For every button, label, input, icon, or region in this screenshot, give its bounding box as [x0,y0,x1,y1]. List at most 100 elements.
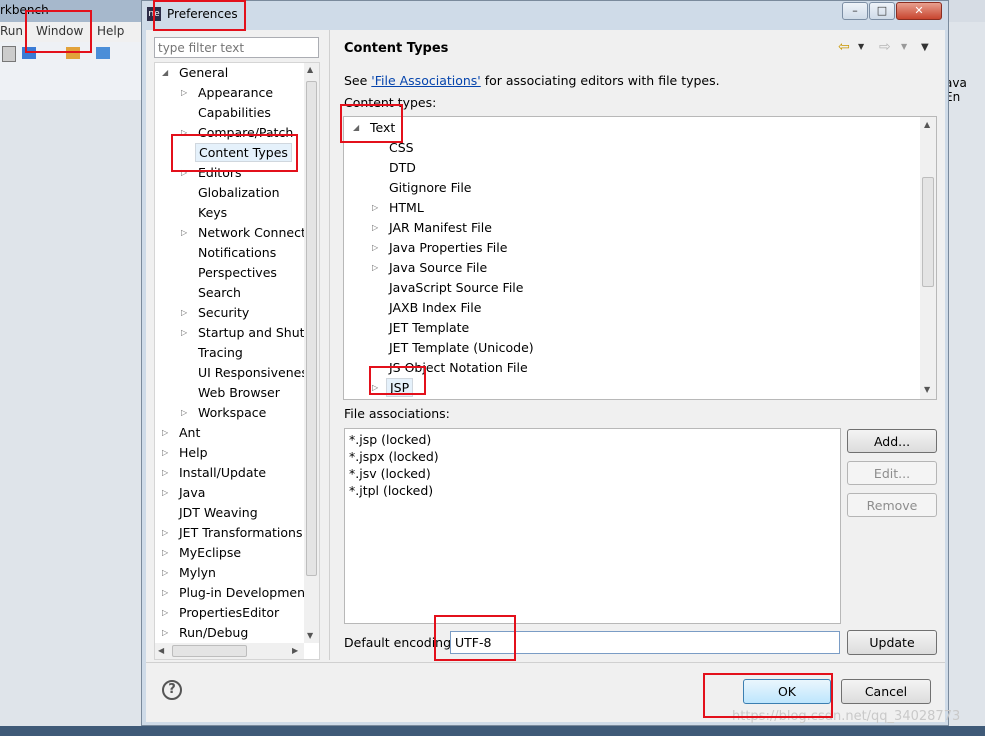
content-type-item-row[interactable]: JavaScript Source File [386,278,526,298]
preferences-tree-item-row[interactable]: UI Responsiveness [195,363,317,383]
content-type-item-label: JET Template [389,320,470,335]
forward-menu-icon[interactable]: ▼ [901,42,907,51]
preferences-tree-item-row[interactable]: Keys [195,203,230,223]
toolbar-search-icon[interactable] [96,47,110,59]
collapsed-arrow-icon[interactable]: ▷ [181,303,187,323]
collapsed-arrow-icon[interactable]: ▷ [181,83,187,103]
sash-divider[interactable] [329,30,330,660]
preferences-tree-item-row[interactable]: Perspectives [195,263,280,283]
see-prefix: See [344,73,372,88]
preferences-tree-item-row[interactable]: ▷ Help [162,443,211,463]
edit-button[interactable]: Edit... [847,461,937,485]
content-type-item-row[interactable]: JET Template [386,318,472,338]
preferences-tree-item-row[interactable]: ▷ Install/Update [162,463,269,483]
content-types-scroll-thumb[interactable] [922,177,934,287]
preferences-tree-item-row[interactable]: Web Browser [195,383,283,403]
preferences-tree-item-label: Help [179,445,208,460]
collapsed-arrow-icon[interactable]: ▷ [162,563,168,583]
preferences-tree-item-row[interactable]: ▷ MyEclipse [162,543,244,563]
preferences-tree-item-row[interactable]: ▷ Ant [162,423,203,443]
collapsed-arrow-icon[interactable]: ▷ [181,403,187,423]
preferences-tree-item-row[interactable]: Notifications [195,243,279,263]
content-type-item-row[interactable]: JAXB Index File [386,298,484,318]
see-suffix: for associating editors with file types. [480,73,720,88]
scroll-left-icon[interactable]: ◀ [158,646,164,655]
content-type-item-row[interactable]: ▷ JAR Manifest File [372,218,495,238]
add-button[interactable]: Add... [847,429,937,453]
preferences-tree-item-row[interactable]: ▷ JET Transformations [162,523,306,543]
update-button[interactable]: Update [847,630,937,655]
preferences-tree-item-row[interactable]: Tracing [195,343,246,363]
content-type-item-row[interactable]: ▷ Java Properties File [372,238,510,258]
preferences-tree-item-row[interactable]: Search [195,283,244,303]
file-association-item[interactable]: *.jsv (locked) [349,465,836,482]
toolbar-toggle-icon[interactable] [2,46,16,62]
collapsed-arrow-icon[interactable]: ▷ [162,443,168,463]
cancel-button[interactable]: Cancel [841,679,931,704]
file-associations-link[interactable]: 'File Associations' [371,73,480,88]
collapsed-arrow-icon[interactable]: ▷ [181,223,187,243]
scroll-right-icon[interactable]: ▶ [292,646,298,655]
minimize-button[interactable]: – [842,2,868,20]
scroll-down-icon[interactable]: ▼ [307,631,313,640]
collapsed-arrow-icon[interactable]: ▷ [162,483,168,503]
preferences-tree-item-row[interactable]: ▷ Appearance [181,83,276,103]
preferences-tree-item-row[interactable]: ▷ Workspace [181,403,269,423]
file-association-item[interactable]: *.jtpl (locked) [349,482,836,499]
collapsed-arrow-icon[interactable]: ▷ [162,623,168,643]
file-association-item[interactable]: *.jspx (locked) [349,448,836,465]
menu-run[interactable]: Run [0,24,23,38]
collapsed-arrow-icon[interactable]: ▷ [162,523,168,543]
tree-vscrollbar[interactable]: ▲ ▼ [304,63,319,643]
expanded-arrow-icon[interactable]: ◢ [162,63,168,83]
footer-separator [146,662,945,663]
preferences-tree-item-row[interactable]: JDT Weaving [176,503,261,523]
scroll-down-icon[interactable]: ▼ [924,385,930,394]
perspective-label[interactable]: ava En [945,76,985,104]
back-menu-icon[interactable]: ▼ [858,42,864,51]
preferences-tree-item-row[interactable]: ▷ Run/Debug [162,623,251,643]
maximize-button[interactable]: □ [869,2,895,20]
preferences-tree-item-row[interactable]: ▷ Startup and Shutd [181,323,315,343]
content-type-item-row[interactable]: ▷ HTML [372,198,427,218]
content-type-item-row[interactable]: ▷ Java Source File [372,258,490,278]
preferences-tree-item-row[interactable]: Capabilities [195,103,274,123]
preferences-tree-item-row[interactable]: ▷ Mylyn [162,563,219,583]
preferences-tree-item-row[interactable]: ▷ Security [181,303,252,323]
collapsed-arrow-icon[interactable]: ▷ [162,423,168,443]
collapsed-arrow-icon[interactable]: ▷ [372,258,378,278]
tree-hscroll-thumb[interactable] [172,645,247,657]
remove-button[interactable]: Remove [847,493,937,517]
collapsed-arrow-icon[interactable]: ▷ [162,583,168,603]
preferences-tree-item-label: General [179,65,229,80]
tree-vscroll-thumb[interactable] [306,81,317,576]
preferences-tree-item-row[interactable]: ▷ Java [162,483,208,503]
view-menu-icon[interactable]: ▼ [921,42,929,53]
content-type-item-row[interactable]: JET Template (Unicode) [386,338,537,358]
content-type-item-row[interactable]: Gitignore File [386,178,474,198]
file-association-item[interactable]: *.jsp (locked) [349,431,836,448]
preferences-tree-item-row[interactable]: ▷ PropertiesEditor [162,603,282,623]
content-type-item-row[interactable]: DTD [386,158,419,178]
collapsed-arrow-icon[interactable]: ▷ [372,218,378,238]
menu-help[interactable]: Help [97,24,124,38]
back-arrow-icon[interactable]: ⇦ [838,39,850,55]
collapsed-arrow-icon[interactable]: ▷ [372,198,378,218]
close-button[interactable]: ✕ [896,2,942,20]
scroll-up-icon[interactable]: ▲ [307,65,313,74]
preferences-tree-item-row[interactable]: ▷ Network Connectio [181,223,319,243]
collapsed-arrow-icon[interactable]: ▷ [162,463,168,483]
filter-input[interactable] [154,37,319,58]
tree-hscrollbar[interactable]: ◀ ▶ [155,643,304,659]
forward-arrow-icon[interactable]: ⇨ [879,39,891,55]
collapsed-arrow-icon[interactable]: ▷ [162,543,168,563]
preferences-tree-item-row[interactable]: Globalization [195,183,283,203]
help-icon[interactable]: ? [162,680,182,700]
preferences-tree-item-row[interactable]: ◢ General [162,63,231,83]
content-types-vscrollbar[interactable]: ▲ ▼ [920,117,936,399]
preferences-tree-item-row[interactable]: ▷ Plug-in Development [162,583,313,603]
collapsed-arrow-icon[interactable]: ▷ [162,603,168,623]
collapsed-arrow-icon[interactable]: ▷ [181,323,187,343]
collapsed-arrow-icon[interactable]: ▷ [372,238,378,258]
scroll-up-icon[interactable]: ▲ [924,120,930,129]
